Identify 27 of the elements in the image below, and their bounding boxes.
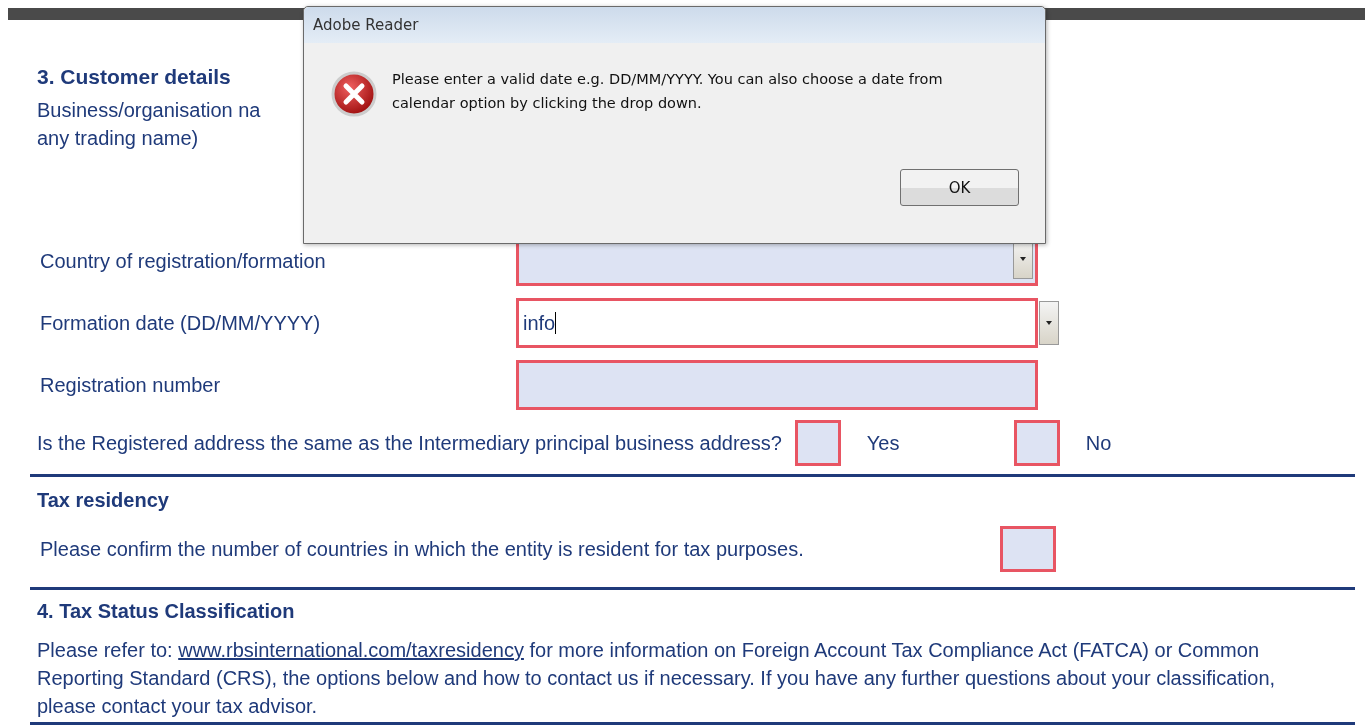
question-text: Is the Registered address the same as the Intermediary principal business address? bbox=[37, 431, 782, 456]
field-label: Country of registration/formation bbox=[39, 249, 327, 274]
error-icon bbox=[331, 71, 377, 117]
checkbox[interactable] bbox=[794, 420, 841, 466]
link[interactable]: www.rbsinternational.com/taxresidency bbox=[178, 639, 524, 661]
field-label: any trading name) bbox=[37, 126, 199, 151]
input-field[interactable] bbox=[1000, 526, 1056, 572]
checkbox[interactable] bbox=[1013, 420, 1060, 466]
dialog-message: Please enter a valid date e.g. DD/MM/YYYY. You can also choose a date from bbox=[392, 70, 943, 89]
date-field[interactable]: info bbox=[516, 298, 1038, 348]
section-title: 3. Customer details bbox=[37, 64, 231, 90]
section-title: 4. Tax Status Classification bbox=[37, 599, 296, 624]
dropdown-button[interactable] bbox=[1039, 301, 1059, 345]
field-label: Business/organisation na bbox=[37, 98, 261, 123]
field-label: Registration number bbox=[39, 373, 222, 398]
ok-button[interactable]: OK bbox=[900, 169, 1019, 206]
section-title: Tax residency bbox=[37, 488, 170, 513]
option-label: Yes bbox=[866, 431, 901, 456]
dialog-message: calendar option by clicking the drop down. bbox=[392, 94, 703, 113]
caret-icon bbox=[1046, 321, 1052, 325]
option-label: No bbox=[1085, 431, 1113, 456]
dialog-title: Adobe Reader bbox=[313, 16, 419, 34]
paragraph: Please refer to: www.rbsinternational.com/taxresidency for more information on Foreign Account Tax Compliance Act (FATCA) or Common Reporting Standard (CRS), the options below and how to contact us if necessary. If you have any further questions about your classification, please contact your tax advisor. bbox=[37, 638, 1277, 719]
input-field[interactable] bbox=[516, 360, 1038, 410]
field-label: Please confirm the number of countries in which the entity is resident for tax purposes. bbox=[39, 537, 805, 562]
field-label: Formation date (DD/MM/YYYY) bbox=[39, 311, 322, 336]
caret-icon bbox=[1020, 257, 1026, 261]
